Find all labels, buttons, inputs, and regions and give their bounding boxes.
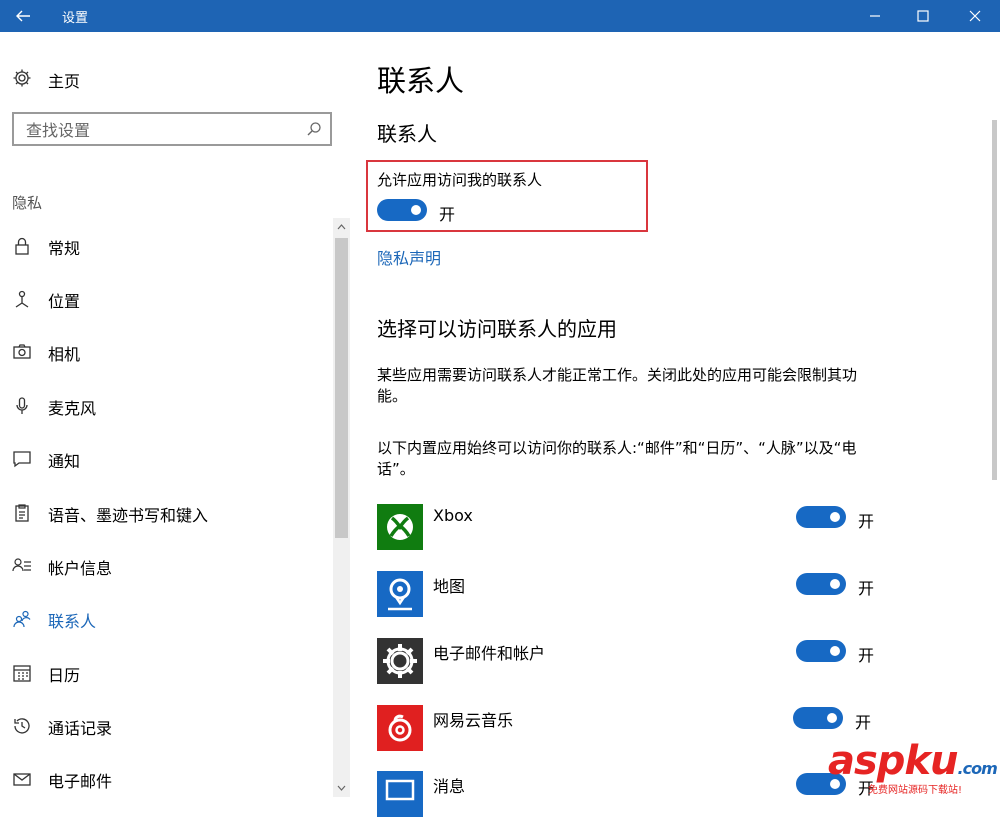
sidebar-item-calendar[interactable]: 日历 <box>0 657 330 691</box>
sidebar-item-label: 电子邮件 <box>48 772 113 791</box>
choose-apps-title: 选择可以访问联系人的应用 <box>377 317 617 341</box>
sidebar-scrollbar[interactable] <box>333 218 350 797</box>
sidebar-item-account-info[interactable]: 帐户信息 <box>0 550 330 584</box>
allow-contacts-toggle[interactable] <box>377 199 427 221</box>
search-box[interactable] <box>12 112 332 146</box>
watermark-subtitle: 免费网站源码下载站! <box>868 785 963 796</box>
camera-icon <box>13 344 31 359</box>
scroll-down-icon[interactable] <box>333 779 350 797</box>
xbox-toggle[interactable] <box>796 506 846 528</box>
page-title: 联系人 <box>377 64 465 98</box>
maximize-icon <box>917 10 929 22</box>
microphone-icon <box>16 397 28 414</box>
sidebar-item-camera[interactable]: 相机 <box>0 336 330 370</box>
sidebar-item-label: 麦克风 <box>48 399 97 418</box>
minimize-icon <box>870 15 880 17</box>
gear-icon <box>13 69 31 87</box>
account-info-icon <box>12 558 31 572</box>
calendar-icon <box>13 665 31 682</box>
maps-toggle[interactable] <box>796 573 846 595</box>
lock-icon <box>15 237 29 255</box>
sidebar-item-label: 日历 <box>48 666 81 685</box>
sidebar-item-contacts[interactable]: 联系人 <box>0 603 330 637</box>
home-label: 主页 <box>48 72 81 91</box>
sidebar: 主页 隐私 常规 位置 相机 麦克风 通知 语音、墨迹书写和键入 帐户信息 联系 <box>0 32 352 797</box>
sidebar-item-label: 常规 <box>48 239 81 258</box>
back-button[interactable] <box>0 0 46 32</box>
toggle-state-text: 开 <box>858 512 875 531</box>
toggle-state-text: 开 <box>439 205 456 224</box>
toggle-state-text: 开 <box>858 579 875 598</box>
app-name: 电子邮件和帐户 <box>433 644 546 663</box>
watermark-logo: aspku.com 免费网站源码下载站! <box>828 738 998 796</box>
privacy-statement-link[interactable]: 隐私声明 <box>377 245 441 269</box>
minimize-button[interactable] <box>852 0 898 32</box>
sidebar-item-label: 相机 <box>48 345 81 364</box>
description-text: 某些应用需要访问联系人才能正常工作。关闭此处的应用可能会限制其功能。 <box>377 366 858 405</box>
sidebar-item-call-history[interactable]: 通话记录 <box>0 710 330 744</box>
toggle-knob <box>830 512 840 522</box>
location-icon <box>15 290 29 308</box>
watermark-main: aspku.com <box>828 738 998 784</box>
history-icon <box>14 718 30 734</box>
section-label-privacy: 隐私 <box>12 194 43 212</box>
scroll-up-icon[interactable] <box>333 218 350 236</box>
main-scrollbar[interactable] <box>992 120 997 480</box>
sidebar-item-speech-inking[interactable]: 语音、墨迹书写和键入 <box>0 497 330 531</box>
toggle-knob <box>830 579 840 589</box>
app-name: 地图 <box>433 577 466 596</box>
sidebar-item-label: 帐户信息 <box>48 559 113 578</box>
xbox-icon <box>377 504 423 550</box>
notification-icon <box>13 451 31 468</box>
home-nav-item[interactable]: 主页 <box>12 66 212 91</box>
maps-icon <box>377 571 423 617</box>
section-subtitle: 联系人 <box>377 122 437 146</box>
app-name: Xbox <box>433 506 473 525</box>
mail-accounts-toggle[interactable] <box>796 640 846 662</box>
sidebar-item-notifications[interactable]: 通知 <box>0 443 330 477</box>
clipboard-icon <box>15 504 29 522</box>
sidebar-item-label: 联系人 <box>48 612 97 631</box>
netease-music-toggle[interactable] <box>793 707 843 729</box>
watermark-text: aspku <box>828 738 959 784</box>
sidebar-item-label: 通话记录 <box>48 719 113 738</box>
sidebar-item-label: 语音、墨迹书写和键入 <box>48 506 209 525</box>
message-icon <box>377 771 423 817</box>
sidebar-item-general[interactable]: 常规 <box>0 230 330 264</box>
title-bar: 设置 <box>0 0 1000 32</box>
close-icon <box>969 10 981 22</box>
netease-music-icon <box>377 705 423 751</box>
watermark-suffix: .com <box>957 759 998 778</box>
search-icon[interactable] <box>306 121 322 137</box>
sidebar-item-label: 位置 <box>48 292 81 311</box>
mail-icon <box>13 773 31 786</box>
gear-icon <box>377 638 423 684</box>
contacts-icon <box>13 610 31 628</box>
toggle-knob <box>830 646 840 656</box>
toggle-knob <box>411 205 421 215</box>
sidebar-item-location[interactable]: 位置 <box>0 283 330 317</box>
builtin-apps-note: 以下内置应用始终可以访问你的联系人:“邮件”和“日历”、“人脉”以及“电话”。 <box>377 439 857 478</box>
toggle-knob <box>827 713 837 723</box>
app-name: 消息 <box>433 777 466 796</box>
search-input[interactable] <box>24 119 298 141</box>
maximize-button[interactable] <box>900 0 946 32</box>
sidebar-item-microphone[interactable]: 麦克风 <box>0 390 330 424</box>
allow-contacts-label: 允许应用访问我的联系人 <box>377 171 543 189</box>
scrollbar-thumb[interactable] <box>335 238 348 538</box>
sidebar-item-email[interactable]: 电子邮件 <box>0 763 330 797</box>
toggle-state-text: 开 <box>858 646 875 665</box>
sidebar-item-label: 通知 <box>48 452 81 471</box>
app-name: 网易云音乐 <box>433 711 514 730</box>
window-title: 设置 <box>62 11 89 26</box>
main-content: 联系人 联系人 允许应用访问我的联系人 开 隐私声明 选择可以访问联系人的应用 … <box>352 32 1000 817</box>
toggle-state-text: 开 <box>855 713 872 732</box>
close-button[interactable] <box>952 0 998 32</box>
back-arrow-icon <box>16 10 30 22</box>
